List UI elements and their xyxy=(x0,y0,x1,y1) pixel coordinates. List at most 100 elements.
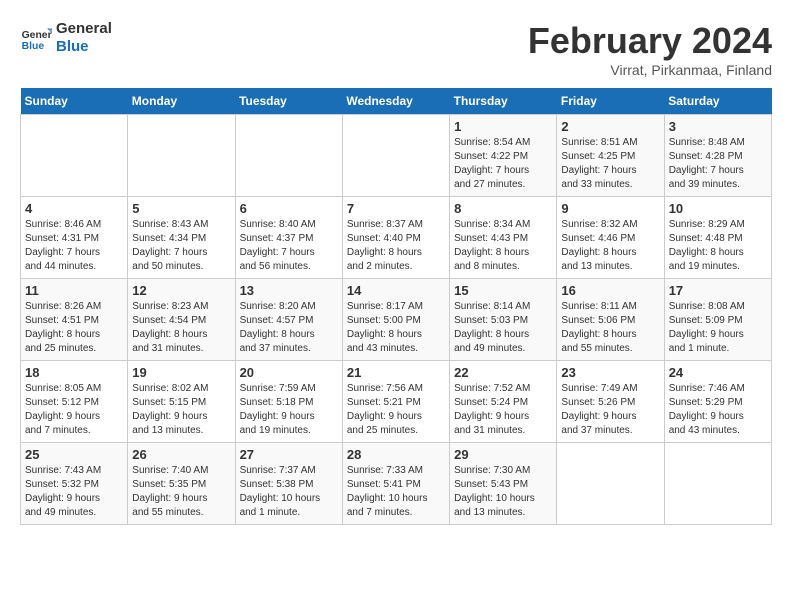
calendar-week-row: 25Sunrise: 7:43 AM Sunset: 5:32 PM Dayli… xyxy=(21,443,772,525)
day-number: 15 xyxy=(454,283,552,298)
calendar-cell: 8 Sunrise: 8:34 AM Sunset: 4:43 PM Daylig… xyxy=(450,197,557,279)
calendar-cell: 10 Sunrise: 8:29 AM Sunset: 4:48 PM Dayli… xyxy=(664,197,771,279)
title-section: February 2024 Virrat, Pirkanmaa, Finland xyxy=(528,20,772,78)
day-number: 2 xyxy=(561,119,659,134)
calendar-week-row: 4 Sunrise: 8:46 AM Sunset: 4:31 PM Daylig… xyxy=(21,197,772,279)
day-info: Sunrise: 8:26 AM Sunset: 4:51 PM Dayligh… xyxy=(25,300,123,356)
day-number: 27 xyxy=(240,447,338,462)
day-number: 10 xyxy=(669,201,767,216)
calendar-cell: 28 Sunrise: 7:33 AM Sunset: 5:41 PM Dayli… xyxy=(342,443,449,525)
calendar-cell xyxy=(557,443,664,525)
day-info: Sunrise: 8:46 AM Sunset: 4:31 PM Dayligh… xyxy=(25,218,123,274)
day-info: Sunrise: 8:43 AM Sunset: 4:34 PM Dayligh… xyxy=(132,218,230,274)
day-number: 18 xyxy=(25,365,123,380)
day-header-friday: Friday xyxy=(557,88,664,115)
day-info: Sunrise: 8:54 AM Sunset: 4:22 PM Dayligh… xyxy=(454,136,552,192)
month-title: February 2024 xyxy=(528,20,772,62)
day-number: 21 xyxy=(347,365,445,380)
day-info: Sunrise: 7:43 AM Sunset: 5:32 PM Dayligh… xyxy=(25,464,123,520)
day-info: Sunrise: 8:34 AM Sunset: 4:43 PM Dayligh… xyxy=(454,218,552,274)
day-header-sunday: Sunday xyxy=(21,88,128,115)
day-header-thursday: Thursday xyxy=(450,88,557,115)
calendar-cell xyxy=(21,115,128,197)
day-info: Sunrise: 8:05 AM Sunset: 5:12 PM Dayligh… xyxy=(25,382,123,438)
day-number: 1 xyxy=(454,119,552,134)
day-number: 17 xyxy=(669,283,767,298)
calendar-cell xyxy=(128,115,235,197)
day-info: Sunrise: 8:37 AM Sunset: 4:40 PM Dayligh… xyxy=(347,218,445,274)
day-info: Sunrise: 7:46 AM Sunset: 5:29 PM Dayligh… xyxy=(669,382,767,438)
day-info: Sunrise: 7:33 AM Sunset: 5:41 PM Dayligh… xyxy=(347,464,445,520)
calendar-cell: 23 Sunrise: 7:49 AM Sunset: 5:26 PM Dayli… xyxy=(557,361,664,443)
calendar-cell: 20 Sunrise: 7:59 AM Sunset: 5:18 PM Dayli… xyxy=(235,361,342,443)
day-number: 8 xyxy=(454,201,552,216)
calendar-cell xyxy=(235,115,342,197)
day-number: 7 xyxy=(347,201,445,216)
svg-text:General: General xyxy=(22,30,52,41)
calendar-cell: 3 Sunrise: 8:48 AM Sunset: 4:28 PM Daylig… xyxy=(664,115,771,197)
day-info: Sunrise: 8:02 AM Sunset: 5:15 PM Dayligh… xyxy=(132,382,230,438)
day-info: Sunrise: 7:52 AM Sunset: 5:24 PM Dayligh… xyxy=(454,382,552,438)
logo-icon: General Blue xyxy=(20,22,52,54)
calendar-cell: 1 Sunrise: 8:54 AM Sunset: 4:22 PM Daylig… xyxy=(450,115,557,197)
calendar-cell: 17 Sunrise: 8:08 AM Sunset: 5:09 PM Dayli… xyxy=(664,279,771,361)
day-info: Sunrise: 7:40 AM Sunset: 5:35 PM Dayligh… xyxy=(132,464,230,520)
calendar-cell: 26 Sunrise: 7:40 AM Sunset: 5:35 PM Dayli… xyxy=(128,443,235,525)
calendar-cell: 24 Sunrise: 7:46 AM Sunset: 5:29 PM Dayli… xyxy=(664,361,771,443)
day-number: 4 xyxy=(25,201,123,216)
calendar-cell xyxy=(664,443,771,525)
calendar-cell: 4 Sunrise: 8:46 AM Sunset: 4:31 PM Daylig… xyxy=(21,197,128,279)
day-info: Sunrise: 8:48 AM Sunset: 4:28 PM Dayligh… xyxy=(669,136,767,192)
day-info: Sunrise: 8:40 AM Sunset: 4:37 PM Dayligh… xyxy=(240,218,338,274)
day-number: 26 xyxy=(132,447,230,462)
calendar-cell: 16 Sunrise: 8:11 AM Sunset: 5:06 PM Dayli… xyxy=(557,279,664,361)
calendar-week-row: 11Sunrise: 8:26 AM Sunset: 4:51 PM Dayli… xyxy=(21,279,772,361)
calendar-week-row: 1 Sunrise: 8:54 AM Sunset: 4:22 PM Daylig… xyxy=(21,115,772,197)
calendar-header-row: SundayMondayTuesdayWednesdayThursdayFrid… xyxy=(21,88,772,115)
header: General Blue General Blue February 2024 … xyxy=(20,20,772,78)
day-info: Sunrise: 8:32 AM Sunset: 4:46 PM Dayligh… xyxy=(561,218,659,274)
calendar-cell: 5 Sunrise: 8:43 AM Sunset: 4:34 PM Daylig… xyxy=(128,197,235,279)
calendar-cell: 15 Sunrise: 8:14 AM Sunset: 5:03 PM Dayli… xyxy=(450,279,557,361)
day-number: 9 xyxy=(561,201,659,216)
day-number: 22 xyxy=(454,365,552,380)
location-subtitle: Virrat, Pirkanmaa, Finland xyxy=(528,62,772,78)
calendar-cell: 21 Sunrise: 7:56 AM Sunset: 5:21 PM Dayli… xyxy=(342,361,449,443)
calendar-cell: 19Sunrise: 8:02 AM Sunset: 5:15 PM Dayli… xyxy=(128,361,235,443)
calendar-cell: 27 Sunrise: 7:37 AM Sunset: 5:38 PM Dayli… xyxy=(235,443,342,525)
day-info: Sunrise: 8:08 AM Sunset: 5:09 PM Dayligh… xyxy=(669,300,767,356)
day-number: 23 xyxy=(561,365,659,380)
calendar-table: SundayMondayTuesdayWednesdayThursdayFrid… xyxy=(20,88,772,525)
day-info: Sunrise: 8:51 AM Sunset: 4:25 PM Dayligh… xyxy=(561,136,659,192)
day-info: Sunrise: 7:37 AM Sunset: 5:38 PM Dayligh… xyxy=(240,464,338,520)
day-number: 6 xyxy=(240,201,338,216)
day-info: Sunrise: 8:20 AM Sunset: 4:57 PM Dayligh… xyxy=(240,300,338,356)
day-info: Sunrise: 8:23 AM Sunset: 4:54 PM Dayligh… xyxy=(132,300,230,356)
calendar-cell: 13 Sunrise: 8:20 AM Sunset: 4:57 PM Dayli… xyxy=(235,279,342,361)
day-number: 12 xyxy=(132,283,230,298)
day-info: Sunrise: 7:59 AM Sunset: 5:18 PM Dayligh… xyxy=(240,382,338,438)
day-info: Sunrise: 7:56 AM Sunset: 5:21 PM Dayligh… xyxy=(347,382,445,438)
day-number: 16 xyxy=(561,283,659,298)
day-info: Sunrise: 8:29 AM Sunset: 4:48 PM Dayligh… xyxy=(669,218,767,274)
day-number: 29 xyxy=(454,447,552,462)
calendar-cell: 22 Sunrise: 7:52 AM Sunset: 5:24 PM Dayli… xyxy=(450,361,557,443)
logo-general-text: General xyxy=(56,20,112,38)
day-info: Sunrise: 8:14 AM Sunset: 5:03 PM Dayligh… xyxy=(454,300,552,356)
day-number: 24 xyxy=(669,365,767,380)
day-header-tuesday: Tuesday xyxy=(235,88,342,115)
day-number: 3 xyxy=(669,119,767,134)
day-number: 20 xyxy=(240,365,338,380)
calendar-cell: 6 Sunrise: 8:40 AM Sunset: 4:37 PM Daylig… xyxy=(235,197,342,279)
day-info: Sunrise: 8:11 AM Sunset: 5:06 PM Dayligh… xyxy=(561,300,659,356)
day-header-saturday: Saturday xyxy=(664,88,771,115)
day-number: 13 xyxy=(240,283,338,298)
calendar-week-row: 18 Sunrise: 8:05 AM Sunset: 5:12 PM Dayli… xyxy=(21,361,772,443)
logo: General Blue General Blue xyxy=(20,20,112,56)
day-header-monday: Monday xyxy=(128,88,235,115)
day-info: Sunrise: 7:49 AM Sunset: 5:26 PM Dayligh… xyxy=(561,382,659,438)
calendar-cell: 14Sunrise: 8:17 AM Sunset: 5:00 PM Dayli… xyxy=(342,279,449,361)
day-number: 5 xyxy=(132,201,230,216)
day-number: 28 xyxy=(347,447,445,462)
calendar-cell: 29Sunrise: 7:30 AM Sunset: 5:43 PM Dayli… xyxy=(450,443,557,525)
